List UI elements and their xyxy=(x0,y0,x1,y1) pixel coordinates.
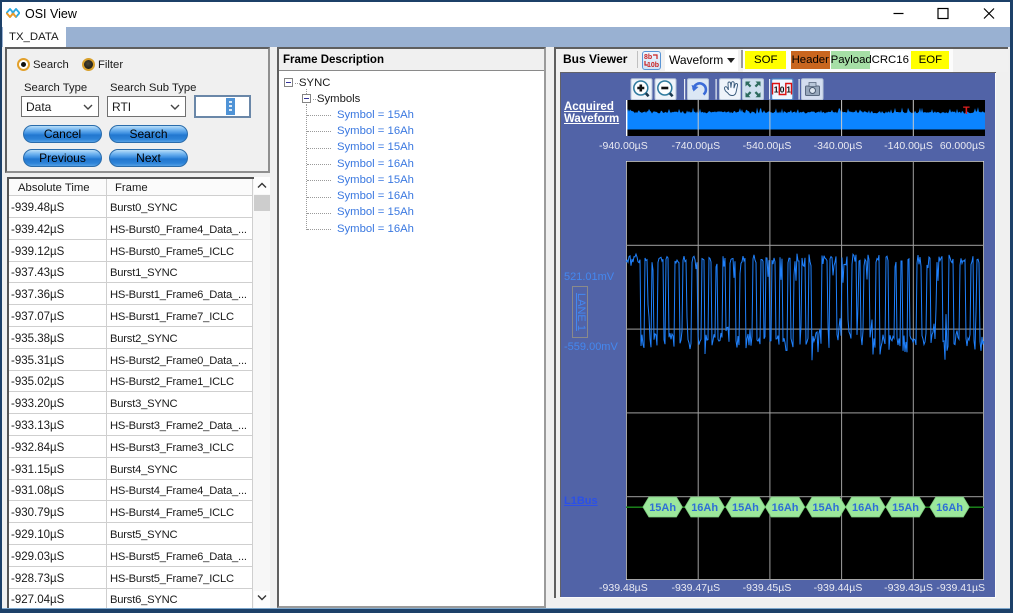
svg-text:16Ah: 16Ah xyxy=(852,502,879,514)
svg-text:15Ah: 15Ah xyxy=(649,502,676,514)
svg-text:15Ah: 15Ah xyxy=(892,502,919,514)
svg-text:15Ah: 15Ah xyxy=(732,502,759,514)
svg-text:1: 1 xyxy=(774,84,779,94)
svg-text:8b: 8b xyxy=(644,54,652,61)
svg-text:15Ah: 15Ah xyxy=(812,502,839,514)
svg-text:16Ah: 16Ah xyxy=(691,502,718,514)
svg-text:T: T xyxy=(963,105,970,117)
svg-text:16Ah: 16Ah xyxy=(936,502,963,514)
svg-text:10b: 10b xyxy=(647,62,659,69)
svg-text:16Ah: 16Ah xyxy=(772,502,799,514)
svg-text:1: 1 xyxy=(786,84,791,94)
svg-text:0: 0 xyxy=(780,84,785,94)
